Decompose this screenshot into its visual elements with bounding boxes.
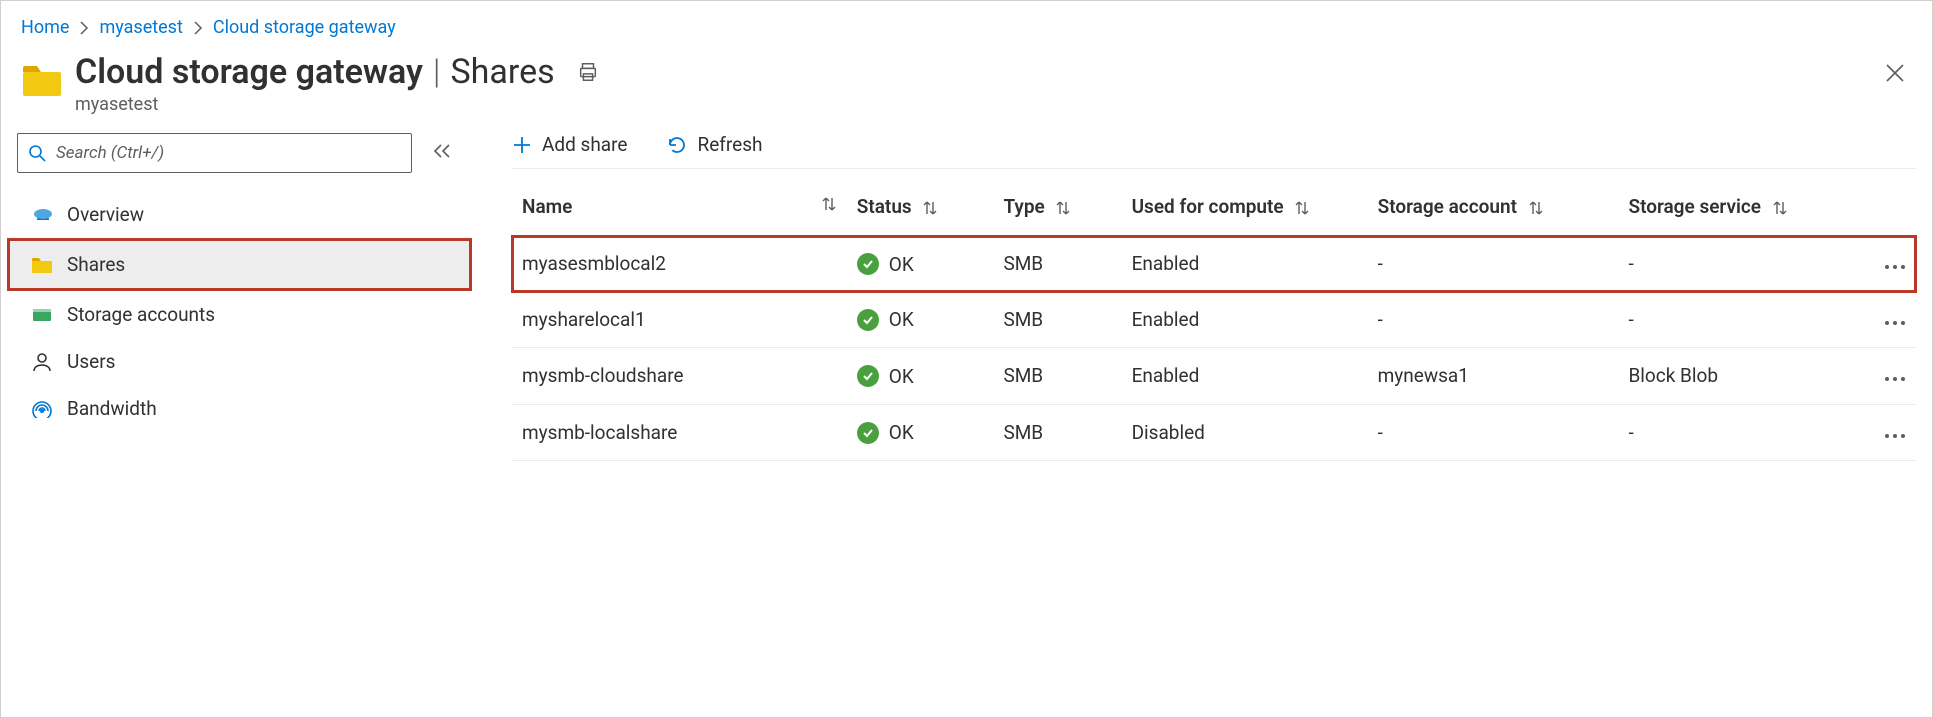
sidebar-item-bandwidth[interactable]: Bandwidth xyxy=(17,385,472,432)
main-panel: Add share Refresh Name xyxy=(472,125,1916,461)
column-header-name[interactable]: Name xyxy=(512,175,847,236)
collapse-sidebar-icon[interactable] xyxy=(432,143,452,163)
cell-service: Block Blob xyxy=(1618,348,1852,405)
chevron-right-icon xyxy=(79,21,89,35)
cell-account: - xyxy=(1368,292,1619,348)
cell-compute: Enabled xyxy=(1122,236,1368,292)
cell-name: mysharelocal1 xyxy=(512,292,847,348)
sort-icon[interactable] xyxy=(1294,199,1310,217)
sort-icon[interactable] xyxy=(1772,199,1788,217)
breadcrumb: Home myasetest Cloud storage gateway xyxy=(17,11,1916,48)
cell-service: - xyxy=(1618,404,1852,461)
add-share-label: Add share xyxy=(542,133,627,156)
cell-name: mysmb-localshare xyxy=(512,404,847,461)
cell-type: SMB xyxy=(993,236,1121,292)
search-input-wrapper[interactable] xyxy=(17,133,412,173)
users-icon xyxy=(31,351,53,373)
cell-type: SMB xyxy=(993,404,1121,461)
cell-status: OK xyxy=(847,404,994,461)
sidebar-item-label: Users xyxy=(67,350,115,373)
cell-name: mysmb-cloudshare xyxy=(512,348,847,405)
column-header-service[interactable]: Storage service xyxy=(1618,175,1852,236)
sidebar-item-label: Bandwidth xyxy=(67,397,157,420)
cell-compute: Enabled xyxy=(1122,348,1368,405)
search-input[interactable] xyxy=(54,142,401,164)
row-more-button[interactable] xyxy=(1852,292,1916,348)
breadcrumb-home[interactable]: Home xyxy=(21,17,69,38)
status-ok-icon xyxy=(857,253,879,275)
table-row[interactable]: mysharelocal1OKSMBEnabled-- xyxy=(512,292,1916,348)
sort-icon[interactable] xyxy=(821,195,837,213)
print-icon[interactable] xyxy=(577,61,599,83)
column-header-account[interactable]: Storage account xyxy=(1368,175,1619,236)
table-row[interactable]: mysmb-cloudshareOKSMBEnabledmynewsa1Bloc… xyxy=(512,348,1916,405)
refresh-label: Refresh xyxy=(697,133,762,156)
cell-account: - xyxy=(1368,236,1619,292)
refresh-button[interactable]: Refresh xyxy=(667,133,762,156)
row-more-button[interactable] xyxy=(1852,404,1916,461)
cell-type: SMB xyxy=(993,348,1121,405)
cell-type: SMB xyxy=(993,292,1121,348)
storage-accounts-icon xyxy=(31,304,53,326)
sort-icon[interactable] xyxy=(922,199,938,217)
sort-icon[interactable] xyxy=(1528,199,1544,217)
sidebar-item-label: Overview xyxy=(67,203,144,226)
cell-account: - xyxy=(1368,404,1619,461)
shares-table: Name Status Type xyxy=(512,175,1916,461)
bandwidth-icon xyxy=(31,398,53,420)
column-header-compute[interactable]: Used for compute xyxy=(1122,175,1368,236)
breadcrumb-resource[interactable]: myasetest xyxy=(99,17,182,38)
chevron-right-icon xyxy=(193,21,203,35)
folder-resource-icon xyxy=(21,60,63,102)
add-share-button[interactable]: Add share xyxy=(512,133,627,156)
search-icon xyxy=(28,144,46,162)
cell-compute: Enabled xyxy=(1122,292,1368,348)
cell-service: - xyxy=(1618,292,1852,348)
cell-compute: Disabled xyxy=(1122,404,1368,461)
column-header-type[interactable]: Type xyxy=(993,175,1121,236)
sidebar: Overview Shares Storage accounts xyxy=(17,125,472,461)
sidebar-item-shares[interactable]: Shares xyxy=(7,238,472,291)
cell-status: OK xyxy=(847,236,994,292)
sidebar-item-users[interactable]: Users xyxy=(17,338,472,385)
sort-icon[interactable] xyxy=(1055,199,1071,217)
overview-icon xyxy=(31,204,53,226)
status-ok-icon xyxy=(857,309,879,331)
page-title: Cloud storage gateway | Shares xyxy=(75,52,599,92)
cell-service: - xyxy=(1618,236,1852,292)
status-ok-icon xyxy=(857,422,879,444)
table-row[interactable]: myasesmblocal2OKSMBEnabled-- xyxy=(512,236,1916,292)
sidebar-item-label: Shares xyxy=(67,253,125,276)
close-icon[interactable] xyxy=(1884,62,1906,88)
cell-status: OK xyxy=(847,348,994,405)
column-header-status[interactable]: Status xyxy=(847,175,994,236)
page-subtitle: myasetest xyxy=(75,94,599,115)
row-more-button[interactable] xyxy=(1852,236,1916,292)
table-row[interactable]: mysmb-localshareOKSMBDisabled-- xyxy=(512,404,1916,461)
row-more-button[interactable] xyxy=(1852,348,1916,405)
status-ok-icon xyxy=(857,365,879,387)
cell-name: myasesmblocal2 xyxy=(512,236,847,292)
toolbar: Add share Refresh xyxy=(512,133,1916,169)
shares-folder-icon xyxy=(31,254,53,276)
sidebar-item-label: Storage accounts xyxy=(67,303,215,326)
cell-status: OK xyxy=(847,292,994,348)
sidebar-item-storage-accounts[interactable]: Storage accounts xyxy=(17,291,472,338)
sidebar-item-overview[interactable]: Overview xyxy=(17,191,472,238)
cell-account: mynewsa1 xyxy=(1368,348,1619,405)
breadcrumb-gateway[interactable]: Cloud storage gateway xyxy=(213,17,396,38)
